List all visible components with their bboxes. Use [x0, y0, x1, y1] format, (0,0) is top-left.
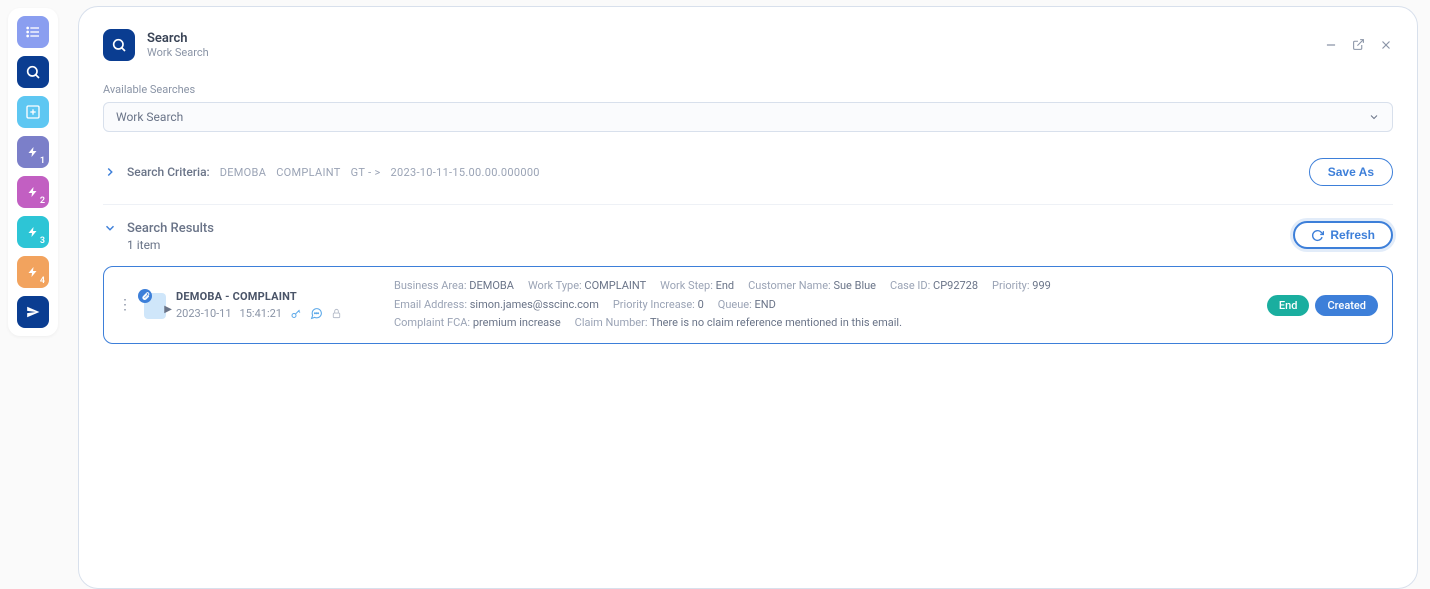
minimize-button[interactable] — [1324, 38, 1338, 52]
result-card[interactable]: ⋮ ▶ DEMOBA - COMPLAINT 2023-10-11 15:41:… — [103, 266, 1393, 344]
nav-bolt-3[interactable]: 3 — [17, 216, 49, 248]
field-pair: Email Address: simon.james@sscinc.com — [394, 296, 599, 315]
available-searches-value: Work Search — [116, 110, 183, 124]
bolt-icon — [27, 266, 39, 278]
criteria-toggle[interactable] — [103, 165, 117, 179]
chat-icon[interactable] — [310, 307, 323, 320]
nav-bolt-2-badge: 2 — [40, 196, 45, 206]
field-pair: Customer Name: Sue Blue — [748, 277, 876, 296]
refresh-label: Refresh — [1330, 228, 1375, 242]
criteria-token-2: COMPLAINT — [276, 166, 340, 179]
search-icon — [25, 64, 41, 80]
state-badge[interactable]: Created — [1315, 295, 1378, 316]
close-button[interactable] — [1379, 38, 1393, 52]
panel-title: Search — [147, 31, 209, 46]
refresh-button[interactable]: Refresh — [1293, 221, 1393, 249]
card-menu-button[interactable]: ⋮ — [118, 302, 132, 309]
refresh-icon — [1311, 229, 1324, 242]
panel-title-icon — [103, 29, 135, 61]
main-panel: Search Work Search Available Searches Wo… — [78, 6, 1418, 589]
field-pair: Claim Number: There is no claim referenc… — [575, 314, 902, 333]
nav-bolt-4[interactable]: 4 — [17, 256, 49, 288]
lock-icon[interactable] — [331, 308, 342, 319]
chevron-down-icon — [1368, 111, 1380, 123]
add-icon — [25, 104, 41, 120]
field-pair: Complaint FCA: premium increase — [394, 314, 561, 333]
key-icon[interactable] — [290, 308, 302, 320]
card-time: 15:41:21 — [240, 307, 282, 320]
criteria-label: Search Criteria: — [127, 165, 210, 179]
results-toggle[interactable] — [103, 221, 117, 235]
bolt-icon — [27, 226, 39, 238]
nav-add[interactable] — [17, 96, 49, 128]
list-icon — [25, 24, 41, 40]
nav-bolt-2[interactable]: 2 — [17, 176, 49, 208]
divider — [103, 204, 1393, 205]
save-as-button[interactable]: Save As — [1309, 158, 1393, 186]
results-count: 1 item — [127, 238, 214, 252]
close-icon — [1379, 38, 1393, 52]
search-icon — [111, 37, 127, 53]
card-date: 2023-10-11 — [176, 307, 232, 320]
status-badge[interactable]: End — [1267, 295, 1310, 316]
card-fields: Business Area: DEMOBA Work Type: COMPLAIN… — [394, 277, 1259, 333]
sidebar: 1 2 3 4 — [8, 8, 58, 336]
chevron-right-icon — [103, 165, 117, 179]
bolt-icon — [27, 186, 39, 198]
results-title: Search Results — [127, 221, 214, 236]
field-pair: Priority: 999 — [992, 277, 1051, 296]
field-pair: Work Type: COMPLAINT — [528, 277, 646, 296]
field-pair: Business Area: DEMOBA — [394, 277, 514, 296]
panel-header: Search Work Search — [103, 29, 1393, 61]
nav-send[interactable] — [17, 296, 49, 328]
criteria-token-1: DEMOBA — [220, 166, 266, 179]
field-pair: Queue: END — [718, 296, 776, 315]
nav-search[interactable] — [17, 56, 49, 88]
card-title: DEMOBA - COMPLAINT — [176, 290, 386, 303]
attachment-icon — [138, 289, 152, 303]
criteria-token-4: 2023-10-11-15.00.00.000000 — [391, 166, 540, 179]
send-icon — [26, 305, 40, 319]
chevron-down-icon — [103, 221, 117, 235]
minimize-icon — [1324, 38, 1338, 52]
field-pair: Priority Increase: 0 — [613, 296, 704, 315]
field-pair: Case ID: CP92728 — [890, 277, 978, 296]
available-searches-select[interactable]: Work Search — [103, 102, 1393, 132]
nav-work-list[interactable] — [17, 16, 49, 48]
criteria-token-3: GT - > — [351, 166, 381, 179]
nav-bolt-1-badge: 1 — [40, 156, 45, 166]
available-searches-label: Available Searches — [103, 83, 1393, 96]
bolt-icon — [27, 146, 39, 158]
nav-bolt-1[interactable]: 1 — [17, 136, 49, 168]
play-icon: ▶ — [164, 304, 172, 315]
field-pair: Work Step: End — [660, 277, 734, 296]
panel-subtitle: Work Search — [147, 46, 209, 59]
popout-button[interactable] — [1352, 38, 1365, 52]
nav-bolt-3-badge: 3 — [40, 236, 45, 246]
nav-bolt-4-badge: 4 — [40, 276, 45, 286]
popout-icon — [1352, 38, 1365, 51]
card-doc-icon: ▶ — [140, 291, 168, 319]
